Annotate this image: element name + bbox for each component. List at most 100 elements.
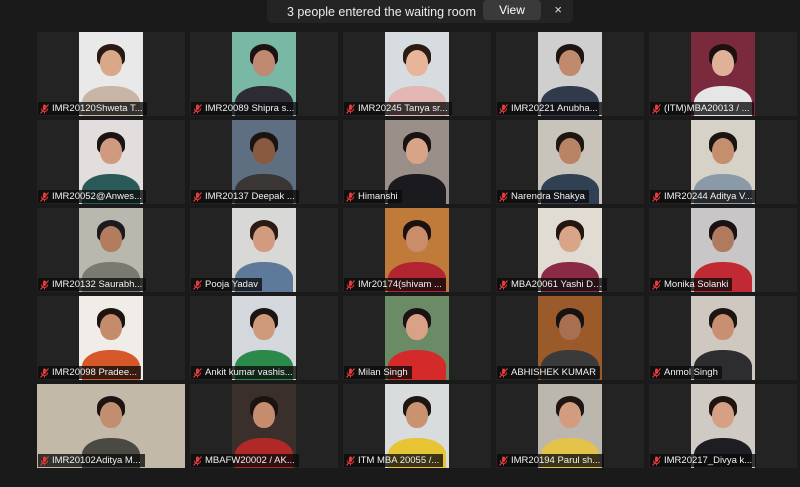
participant-name: IMR20221 Anubha... (511, 103, 598, 114)
microphone-muted-icon (499, 279, 508, 290)
participant-tile[interactable]: MBA20061 Yashi Di... (496, 208, 644, 292)
participant-tile[interactable]: IMR20217_Divya k... (649, 384, 797, 468)
participant-name: IMR20089 Shipra s... (205, 103, 295, 114)
participant-name-label: IMR20245 Tanya sr... (344, 102, 452, 115)
participant-tile[interactable]: Narendra Shakya (496, 120, 644, 204)
microphone-muted-icon (40, 103, 49, 114)
microphone-muted-icon (499, 191, 508, 202)
participant-tile[interactable]: Pooja Yadav (190, 208, 338, 292)
microphone-muted-icon (346, 455, 355, 466)
participant-name-label: IMR20120Shweta T... (38, 102, 147, 115)
view-waiting-room-button[interactable]: View (483, 0, 541, 20)
microphone-muted-icon (652, 279, 661, 290)
microphone-muted-icon (193, 191, 202, 202)
participant-tile[interactable]: IMR20120Shweta T... (37, 32, 185, 116)
participant-name: ABHISHEK KUMAR (511, 367, 596, 378)
participant-name: MBA20061 Yashi Di... (511, 279, 603, 290)
participant-name: Narendra Shakya (511, 191, 585, 202)
participant-name-label: MBA20061 Yashi Di... (497, 278, 607, 291)
participant-name: IMR20098 Pradee... (52, 367, 138, 378)
participant-tile[interactable]: MBAFW20002 / AK... (190, 384, 338, 468)
participant-name-label: IMR20089 Shipra s... (191, 102, 299, 115)
microphone-muted-icon (193, 103, 202, 114)
participant-name-label: MBAFW20002 / AK... (191, 454, 299, 467)
microphone-muted-icon (40, 191, 49, 202)
microphone-muted-icon (652, 191, 661, 202)
participant-tile[interactable]: (ITM)MBA20013 / ... (649, 32, 797, 116)
participant-tile[interactable]: IMR20089 Shipra s... (190, 32, 338, 116)
participant-gallery: IMR20120Shweta T... IMR20089 Shipra s... I… (37, 32, 797, 468)
participant-tile[interactable]: ITM MBA 20055 /... (343, 384, 491, 468)
participant-name: IMR20217_Divya k... (664, 455, 753, 466)
participant-name: IMR20132 Saurabh... (52, 279, 143, 290)
participant-tile[interactable]: Ankit kumar vashis... (190, 296, 338, 380)
participant-name-label: ABHISHEK KUMAR (497, 366, 600, 379)
microphone-muted-icon (346, 103, 355, 114)
waiting-room-notification: 3 people entered the waiting room View × (267, 0, 573, 23)
participant-name: IMR20120Shweta T... (52, 103, 143, 114)
microphone-muted-icon (193, 367, 202, 378)
participant-name-label: (ITM)MBA20013 / ... (650, 102, 754, 115)
microphone-muted-icon (193, 279, 202, 290)
participant-tile[interactable]: IMR20052@Anwes... (37, 120, 185, 204)
participant-name-label: IMR20102Aditya M... (38, 454, 145, 467)
participant-name-label: Pooja Yadav (191, 278, 262, 291)
participant-name-label: Milan Singh (344, 366, 412, 379)
participant-tile[interactable]: IMR20221 Anubha... (496, 32, 644, 116)
microphone-muted-icon (193, 455, 202, 466)
participant-tile[interactable]: Himanshi (343, 120, 491, 204)
microphone-muted-icon (346, 367, 355, 378)
participant-name-label: IMR20217_Divya k... (650, 454, 757, 467)
microphone-muted-icon (499, 455, 508, 466)
participant-name-label: Himanshi (344, 190, 402, 203)
participant-tile[interactable]: ABHISHEK KUMAR (496, 296, 644, 380)
participant-name: IMR20137 Deepak ... (205, 191, 295, 202)
participant-tile[interactable]: IMr20174(shivam ... (343, 208, 491, 292)
participant-name-label: Ankit kumar vashis... (191, 366, 297, 379)
participant-tile[interactable]: Monika Solanki (649, 208, 797, 292)
participant-name: IMR20052@Anwes... (52, 191, 142, 202)
participant-tile[interactable]: IMR20132 Saurabh... (37, 208, 185, 292)
participant-tile[interactable]: IMR20137 Deepak ... (190, 120, 338, 204)
participant-name: Anmol Singh (664, 367, 718, 378)
microphone-muted-icon (40, 279, 49, 290)
microphone-muted-icon (652, 455, 661, 466)
participant-name-label: IMr20174(shivam ... (344, 278, 446, 291)
microphone-muted-icon (40, 455, 49, 466)
participant-name-label: ITM MBA 20055 /... (344, 454, 444, 467)
participant-name: IMr20174(shivam ... (358, 279, 442, 290)
participant-name-label: Monika Solanki (650, 278, 733, 291)
participant-name-label: IMR20098 Pradee... (38, 366, 142, 379)
participant-name-label: IMR20221 Anubha... (497, 102, 602, 115)
participant-tile[interactable]: IMR20194 Parul sh... (496, 384, 644, 468)
microphone-muted-icon (652, 103, 661, 114)
participant-name: IMR20102Aditya M... (52, 455, 141, 466)
participant-name: IMR20244 Aditya V... (664, 191, 753, 202)
participant-tile[interactable]: IMR20102Aditya M... (37, 384, 185, 468)
participant-name: Ankit kumar vashis... (205, 367, 293, 378)
participant-tile[interactable]: IMR20098 Pradee... (37, 296, 185, 380)
participant-name: Himanshi (358, 191, 398, 202)
participant-name-label: Anmol Singh (650, 366, 722, 379)
participant-name: Monika Solanki (664, 279, 729, 290)
participant-name-label: Narendra Shakya (497, 190, 589, 203)
participant-tile[interactable]: IMR20244 Aditya V... (649, 120, 797, 204)
microphone-muted-icon (499, 367, 508, 378)
participant-name: Milan Singh (358, 367, 408, 378)
participant-name-label: IMR20052@Anwes... (38, 190, 146, 203)
participant-name: MBAFW20002 / AK... (205, 455, 295, 466)
participant-name-label: IMR20194 Parul sh... (497, 454, 605, 467)
participant-name: IMR20194 Parul sh... (511, 455, 601, 466)
close-icon[interactable]: × (554, 2, 562, 17)
participant-name: IMR20245 Tanya sr... (358, 103, 448, 114)
microphone-muted-icon (652, 367, 661, 378)
participant-tile[interactable]: Anmol Singh (649, 296, 797, 380)
participant-name-label: IMR20132 Saurabh... (38, 278, 147, 291)
microphone-muted-icon (40, 367, 49, 378)
participant-name-label: IMR20244 Aditya V... (650, 190, 757, 203)
participant-tile[interactable]: IMR20245 Tanya sr... (343, 32, 491, 116)
participant-tile[interactable]: Milan Singh (343, 296, 491, 380)
participant-name: ITM MBA 20055 /... (358, 455, 440, 466)
waiting-room-message: 3 people entered the waiting room (287, 4, 477, 19)
participant-name: Pooja Yadav (205, 279, 258, 290)
